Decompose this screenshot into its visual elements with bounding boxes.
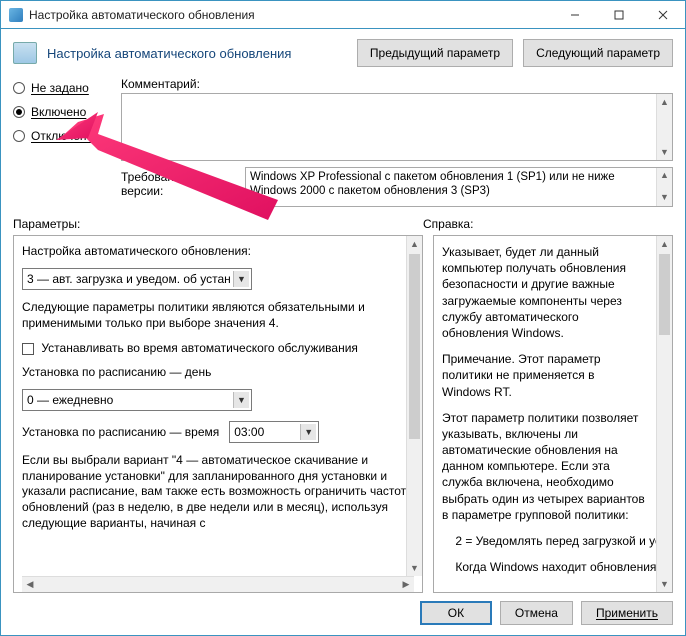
help-panel: Указывает, будет ли данный компьютер пол… [433, 235, 673, 593]
radio-icon [13, 82, 25, 94]
scroll-down-icon: ▼ [657, 576, 672, 592]
version-label: Требования к версии: [121, 167, 239, 207]
apply-button[interactable]: Применить [581, 601, 673, 625]
prev-setting-button[interactable]: Предыдущий параметр [357, 39, 513, 67]
scroll-up-icon: ▲ [657, 168, 672, 184]
radio-enabled[interactable]: Включено [13, 105, 121, 119]
state-section: Не задано Включено Отключено Комментарий… [1, 73, 685, 161]
comment-textarea[interactable]: ▲ ▼ [121, 93, 673, 161]
header: Настройка автоматического обновления Пре… [1, 29, 685, 73]
scrollbar[interactable]: ▲ ▼ [656, 236, 672, 592]
option4-note: Если вы выбрали вариант "4 — автоматичес… [22, 453, 414, 531]
version-textbox[interactable]: Windows XP Professional с пакетом обновл… [245, 167, 673, 207]
schedule-day-select[interactable]: 0 — ежедневно ▼ [22, 389, 252, 411]
help-p2: Примечание. Этот параметр политики не пр… [442, 351, 646, 400]
footer: ОК Отмена Применить [1, 593, 685, 635]
scroll-right-icon: ▶ [398, 579, 414, 590]
chevron-down-icon: ▼ [233, 271, 249, 287]
minimize-button[interactable] [553, 1, 597, 29]
help-p1: Указывает, будет ли данный компьютер пол… [442, 244, 646, 341]
radio-disabled[interactable]: Отключено [13, 129, 121, 143]
options-panel: Настройка автоматического обновления: 3 … [13, 235, 423, 593]
panels: Настройка автоматического обновления: 3 … [1, 235, 685, 593]
state-radios: Не задано Включено Отключено [13, 77, 121, 161]
mode-note: Следующие параметры политики являются об… [22, 300, 414, 331]
ok-button[interactable]: ОК [420, 601, 492, 625]
page-title: Настройка автоматического обновления [47, 46, 347, 61]
policy-icon [13, 42, 37, 64]
chevron-down-icon: ▼ [300, 424, 316, 440]
schedule-time-select[interactable]: 03:00 ▼ [229, 421, 319, 443]
checkbox-icon [22, 343, 34, 355]
comment-column: Комментарий: ▲ ▼ [121, 77, 673, 161]
maximize-button[interactable] [597, 1, 641, 29]
scroll-down-icon: ▼ [407, 560, 422, 576]
horizontal-scrollbar[interactable]: ◀ ▶ [22, 576, 414, 592]
window-title: Настройка автоматического обновления [29, 8, 255, 22]
app-icon [9, 8, 23, 22]
help-p4: 2 = Уведомлять перед загрузкой и установ… [442, 533, 646, 549]
scroll-left-icon: ◀ [22, 579, 38, 590]
scrollbar[interactable]: ▲ ▼ [656, 168, 672, 206]
options-heading: Настройка автоматического обновления: [22, 244, 414, 258]
scrollbar[interactable]: ▲ ▼ [656, 94, 672, 160]
radio-icon [13, 106, 25, 118]
scroll-down-icon: ▼ [657, 190, 672, 206]
radio-not-configured[interactable]: Не задано [13, 81, 121, 95]
scroll-down-icon: ▼ [657, 144, 672, 160]
next-setting-button[interactable]: Следующий параметр [523, 39, 673, 67]
update-mode-select[interactable]: 3 — авт. загрузка и уведом. об устан ▼ [22, 268, 252, 290]
parameters-label: Параметры: [13, 217, 423, 231]
section-labels: Параметры: Справка: [1, 207, 685, 235]
help-label: Справка: [423, 217, 673, 231]
comment-label: Комментарий: [121, 77, 673, 91]
cancel-button[interactable]: Отмена [500, 601, 573, 625]
policy-editor-window: Настройка автоматического обновления Нас… [0, 0, 686, 636]
scroll-up-icon: ▲ [657, 94, 672, 110]
titlebar: Настройка автоматического обновления [1, 1, 685, 29]
close-button[interactable] [641, 1, 685, 29]
radio-icon [13, 130, 25, 142]
schedule-day-label: Установка по расписанию — день [22, 365, 414, 379]
auto-maintenance-option[interactable]: Устанавливать во время автоматического о… [22, 341, 414, 355]
help-p5: Когда Windows находит обновления, [442, 559, 646, 575]
scrollbar[interactable]: ▲ ▼ [406, 236, 422, 576]
help-p3: Этот параметр политики позволяет указыва… [442, 410, 646, 523]
schedule-time-label: Установка по расписанию — время [22, 425, 219, 439]
scroll-up-icon: ▲ [407, 236, 422, 252]
chevron-down-icon: ▼ [233, 392, 249, 408]
scroll-up-icon: ▲ [657, 236, 672, 252]
version-section: Требования к версии: Windows XP Professi… [1, 161, 685, 207]
